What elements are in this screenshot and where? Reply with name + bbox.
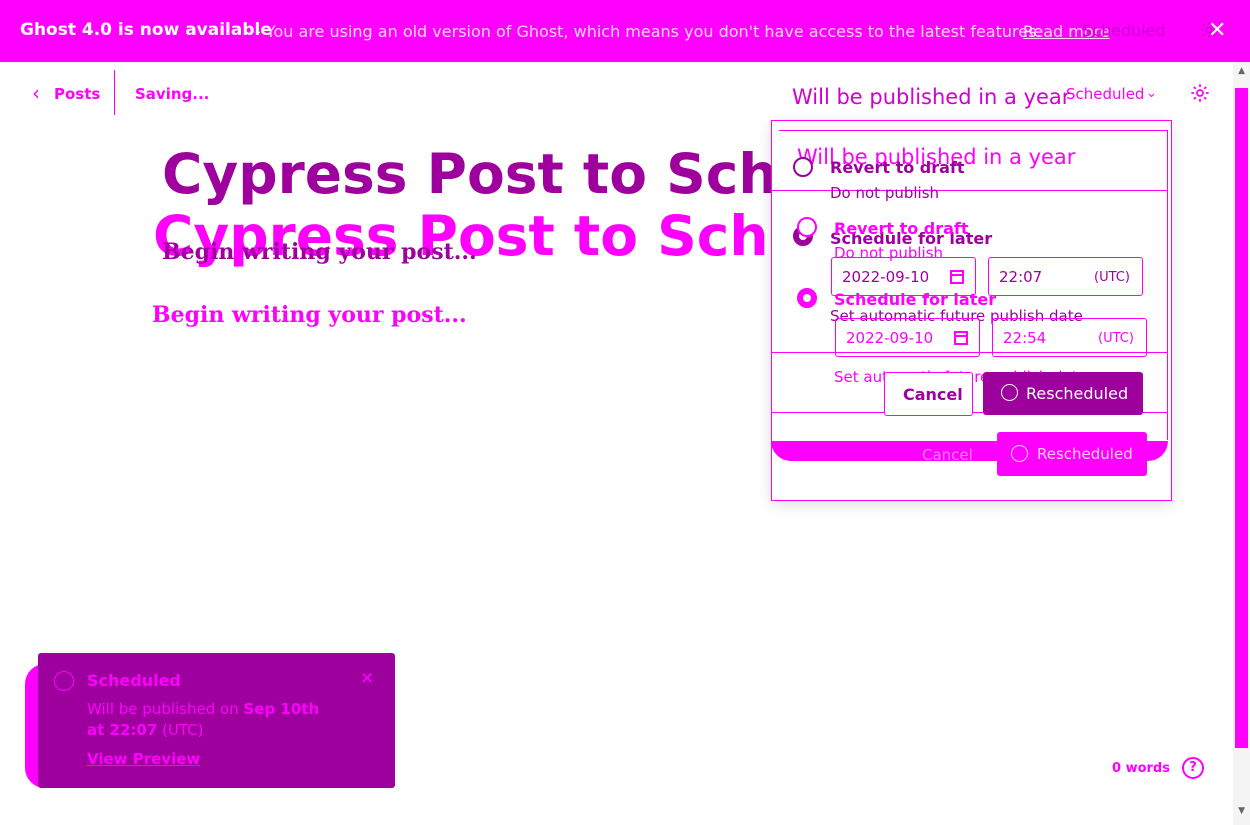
- revert-label-ghost: Revert to draft: [830, 158, 965, 177]
- schedule-time-input[interactable]: 22:54 (UTC): [992, 318, 1147, 357]
- revert-to-draft-sub: Do not publish: [834, 244, 944, 262]
- notification-time: at 22:07 (UTC): [87, 721, 204, 739]
- header-divider: [114, 70, 115, 115]
- chevron-down-icon[interactable]: ⌄: [1146, 86, 1157, 101]
- banner-close-button[interactable]: ✕: [1208, 18, 1226, 43]
- help-icon[interactable]: ?: [1182, 757, 1204, 779]
- revert-sub-ghost: Do not publish: [830, 184, 940, 202]
- view-preview-link[interactable]: View Preview: [87, 750, 200, 768]
- notification-close-button[interactable]: ✕: [360, 669, 374, 689]
- reschedule-button[interactable]: Rescheduled: [983, 372, 1143, 415]
- reschedule-button-ghost: Rescheduled: [997, 432, 1147, 476]
- schedule-for-later-label[interactable]: Schedule for later: [834, 290, 996, 309]
- settings-gear-icon[interactable]: [1189, 82, 1211, 104]
- calendar-icon: [950, 270, 964, 284]
- cancel-button-ghost: Cancel: [922, 446, 973, 464]
- banner-scheduled-ghost: Scheduled: [1082, 21, 1166, 40]
- revert-to-draft-radio[interactable]: [797, 217, 817, 237]
- post-body-ghost: Begin writing your post...: [162, 239, 477, 265]
- revert-to-draft-radio-ghost: [793, 157, 813, 177]
- check-circle-icon: [1011, 445, 1028, 462]
- publish-menu-trigger[interactable]: Scheduled: [1066, 85, 1144, 103]
- timezone-label: (UTC): [1098, 331, 1134, 346]
- banner-title: Ghost 4.0 is now available: [20, 20, 272, 40]
- post-title-ghost: Cypress Post to Schedule: [162, 142, 774, 206]
- banner-message: - You are using an old version of Ghost,…: [255, 22, 1042, 41]
- check-circle-icon: [54, 671, 74, 691]
- chevron-left-icon[interactable]: ‹: [32, 81, 40, 105]
- cancel-button[interactable]: Cancel: [884, 372, 973, 416]
- scroll-up-arrow-icon[interactable]: ▲: [1238, 66, 1245, 76]
- calendar-icon[interactable]: [954, 331, 968, 345]
- check-circle-icon: [1001, 384, 1018, 401]
- schedule-for-later-radio[interactable]: [797, 288, 817, 308]
- notification-message: Will be published on Sep 10th: [87, 700, 320, 718]
- divider: [1167, 130, 1168, 440]
- scrollbar-thumb[interactable]: [1235, 88, 1248, 748]
- revert-to-draft-label[interactable]: Revert to draft: [834, 219, 969, 238]
- scroll-down-arrow-icon[interactable]: ▼: [1238, 806, 1245, 816]
- back-to-posts-link[interactable]: Posts: [54, 85, 100, 103]
- time-field-ghost: 22:07 (UTC): [988, 257, 1143, 296]
- notification-title: Scheduled: [87, 671, 181, 690]
- publish-status-ghost: Will be published in a year: [792, 85, 1071, 109]
- save-status: Saving...: [135, 85, 210, 103]
- chevron-down-icon: ⌄: [1139, 22, 1150, 37]
- word-count: 0 words: [1112, 761, 1170, 776]
- divider: [779, 130, 1168, 131]
- post-body-editor[interactable]: Begin writing your post...: [152, 302, 467, 328]
- update-banner: Ghost 4.0 is now available - You are usi…: [0, 0, 1250, 62]
- schedule-date-input[interactable]: 2022-09-10: [835, 318, 980, 357]
